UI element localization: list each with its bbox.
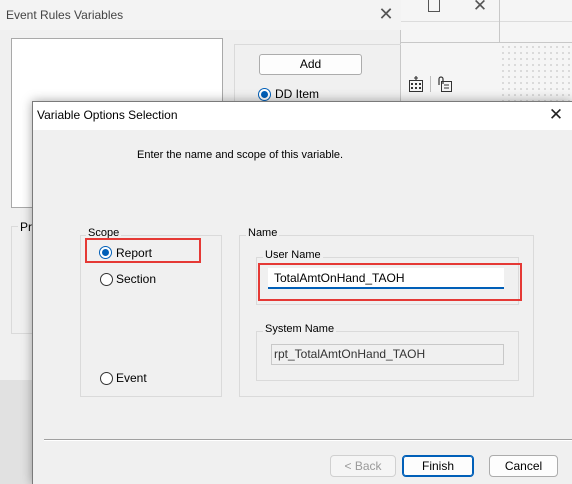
maximize-icon[interactable] (428, 0, 440, 12)
dd-item-label: DD Item (275, 87, 320, 101)
close-icon[interactable]: ✕ (472, 0, 488, 15)
calculator-icon[interactable] (408, 76, 424, 92)
dialog-title: Variable Options Selection (37, 108, 178, 122)
close-icon[interactable]: ✕ (377, 4, 395, 24)
toolbar-separator (430, 76, 431, 92)
scope-event-label[interactable]: Event (116, 371, 147, 385)
user-name-label: User Name (263, 249, 323, 261)
divider (401, 21, 572, 22)
scope-section-label[interactable]: Section (116, 272, 156, 286)
dialog-separator-highlight (44, 440, 572, 441)
system-name-field: rpt_TotalAmtOnHand_TAOH (271, 344, 504, 365)
properties-groupbox (11, 226, 33, 334)
event-rules-variables-title: Event Rules Variables (6, 8, 124, 22)
report-highlight-box (85, 238, 201, 263)
attach-icon[interactable] (437, 76, 453, 92)
cancel-button[interactable]: Cancel (489, 455, 558, 477)
finish-button[interactable]: Finish (402, 455, 474, 477)
dd-item-radio[interactable] (258, 88, 271, 101)
design-grid-canvas[interactable] (500, 44, 572, 104)
user-name-highlight-box (258, 263, 522, 301)
add-button[interactable]: Add (259, 54, 362, 75)
back-button[interactable]: < Back (330, 455, 396, 477)
close-icon[interactable]: ✕ (546, 105, 566, 125)
name-group-label: Name (246, 227, 280, 239)
scope-section-radio[interactable] (100, 273, 113, 286)
divider (401, 42, 572, 43)
instruction-text: Enter the name and scope of this variabl… (137, 149, 344, 161)
scope-event-radio[interactable] (100, 372, 113, 385)
system-name-label: System Name (263, 323, 337, 335)
divider (499, 0, 500, 42)
